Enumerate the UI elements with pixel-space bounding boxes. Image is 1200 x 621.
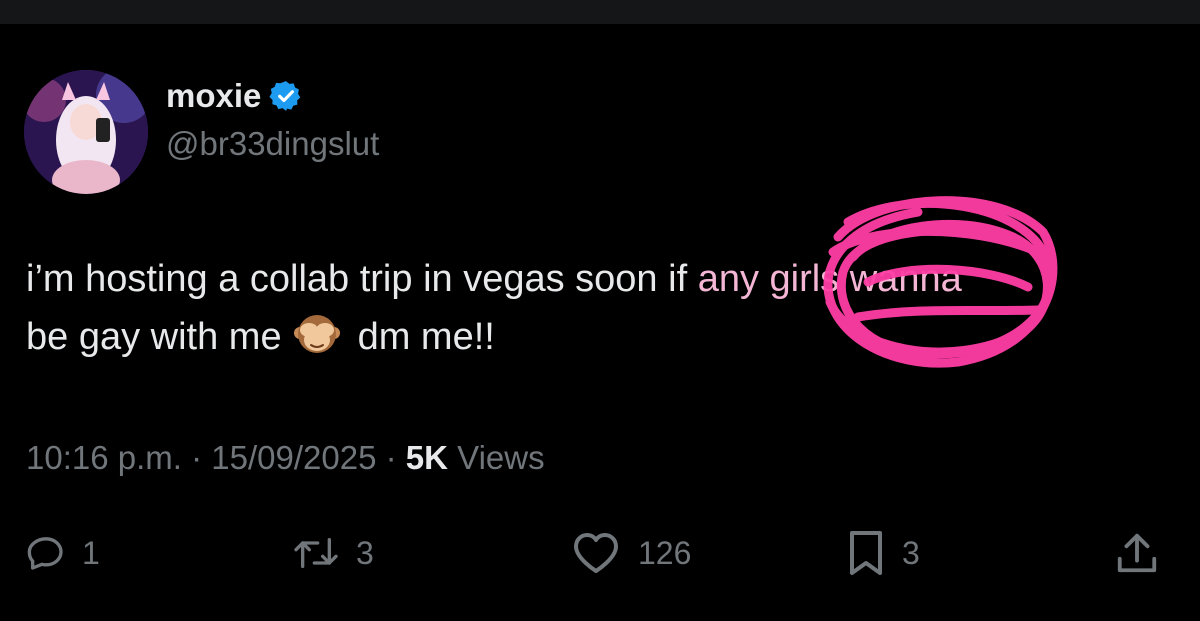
like-button[interactable]: 126 <box>570 518 691 588</box>
reply-icon <box>27 537 63 570</box>
tweet-text-segment: i’m hosting a collab trip in vegas soon … <box>26 258 698 300</box>
tweet-line-1: i’m hosting a collab trip in vegas soon … <box>26 250 1176 308</box>
share-button[interactable] <box>1114 518 1160 588</box>
tweet-metadata: 10:16 p.m. · 15/09/2025 · 5K Views <box>26 436 545 480</box>
tweet-text-segment: dm me!! <box>357 316 495 358</box>
heart-icon <box>574 533 618 573</box>
like-count: 126 <box>638 534 692 571</box>
retweet-icon <box>294 538 338 568</box>
retweet-count: 3 <box>356 534 374 571</box>
tweet-text-highlighted: any girls wanna <box>697 258 962 300</box>
tweet-text: i’m hosting a collab trip in vegas soon … <box>26 250 1176 366</box>
tweet-line-2: be gay with me dm me!! <box>26 308 1176 366</box>
meta-separator: · <box>385 439 397 476</box>
bookmark-icon <box>850 531 882 575</box>
author-name-row[interactable]: moxie <box>166 76 303 116</box>
bookmark-count: 3 <box>902 534 920 571</box>
views-count[interactable]: 5K <box>406 439 448 476</box>
reply-count: 1 <box>82 534 100 571</box>
share-icon <box>1117 533 1157 573</box>
retweet-button[interactable]: 3 <box>292 518 374 588</box>
tweet-actions-bar: 1 3 126 3 <box>0 518 1200 588</box>
views-label[interactable]: Views <box>457 439 544 476</box>
author-handle[interactable]: @br33dingslut <box>166 124 379 164</box>
meta-separator: · <box>191 439 203 476</box>
avatar[interactable] <box>24 70 148 194</box>
see-no-evil-monkey-icon <box>293 311 340 357</box>
top-bar <box>0 0 1200 24</box>
tweet-time[interactable]: 10:16 p.m. <box>26 439 182 476</box>
reply-button[interactable]: 1 <box>26 518 100 588</box>
bookmark-button[interactable]: 3 <box>846 518 920 588</box>
tweet-date[interactable]: 15/09/2025 <box>211 439 376 476</box>
avatar-image <box>24 70 148 194</box>
verified-badge-icon <box>269 79 303 113</box>
tweet-text-segment: be gay with me <box>26 316 282 358</box>
display-name[interactable]: moxie <box>166 76 261 116</box>
